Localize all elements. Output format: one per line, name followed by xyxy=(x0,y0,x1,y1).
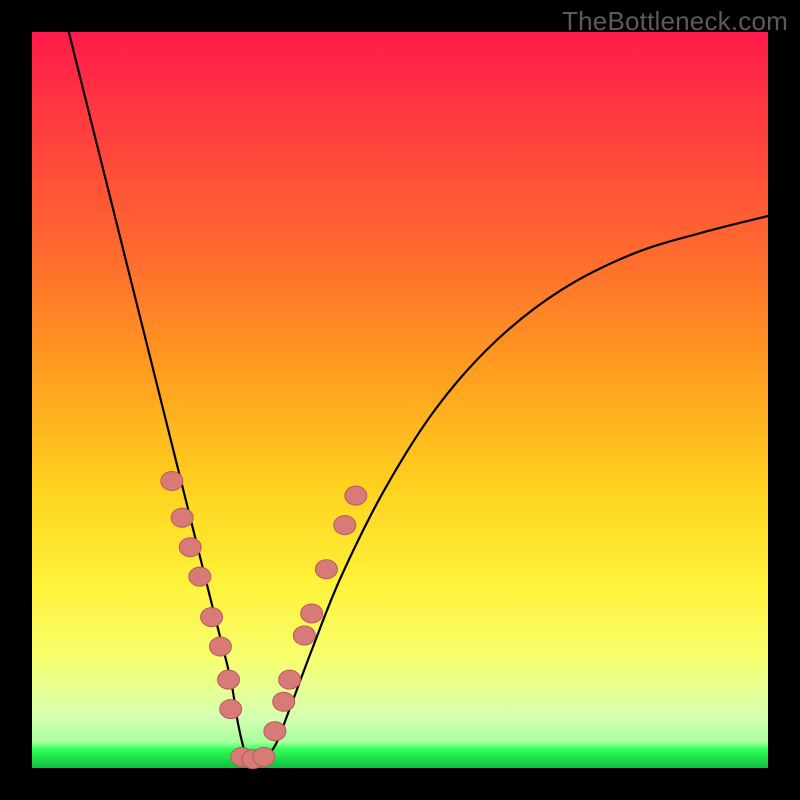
watermark-text: TheBottleneck.com xyxy=(562,6,788,37)
bottleneck-curve xyxy=(69,32,768,762)
curve-marker xyxy=(301,604,323,623)
curve-marker xyxy=(189,567,211,586)
curve-marker xyxy=(273,692,295,711)
curve-marker xyxy=(220,700,242,719)
curve-marker xyxy=(179,538,201,557)
curve-marker xyxy=(201,608,223,627)
curve-marker xyxy=(264,722,286,741)
curve-marker xyxy=(279,670,301,689)
curve-marker xyxy=(171,508,193,527)
curve-marker xyxy=(345,486,367,505)
curve-marker xyxy=(315,560,337,579)
chart-frame: TheBottleneck.com xyxy=(0,0,800,800)
curve-markers xyxy=(161,471,367,768)
curve-marker xyxy=(293,626,315,645)
curve-marker xyxy=(253,747,275,766)
curve-marker xyxy=(209,637,231,656)
curve-marker xyxy=(161,471,183,490)
chart-svg xyxy=(32,32,768,768)
curve-marker xyxy=(334,516,356,535)
plot-area xyxy=(32,32,768,768)
curve-marker xyxy=(218,670,240,689)
